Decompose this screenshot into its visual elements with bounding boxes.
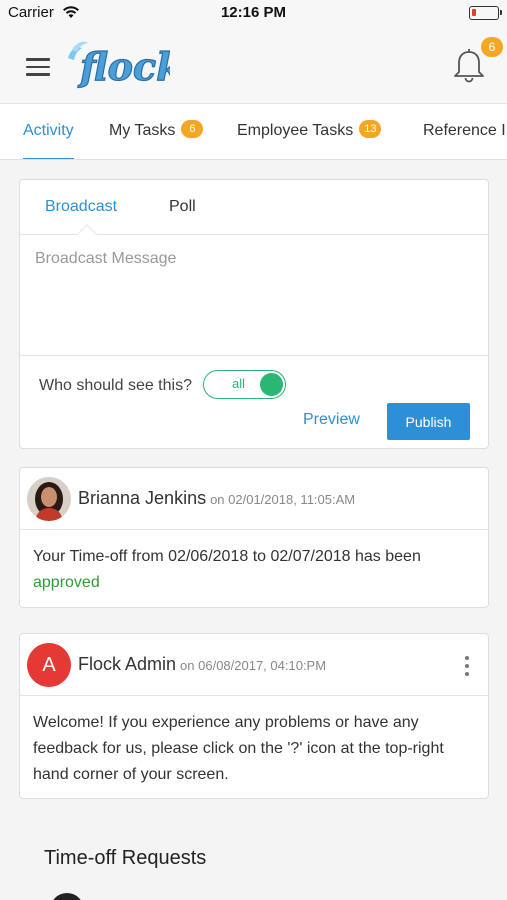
post-date: on 02/01/2018, 11:05:AM [210,492,356,507]
post-author[interactable]: Flock Admin [78,654,176,674]
composer-tabs: Broadcast Poll [20,180,488,244]
svg-text:flock: flock [77,44,170,89]
visibility-label: Who should see this? [39,377,192,394]
tab-activity[interactable]: Activity [23,104,74,159]
publish-button[interactable]: Publish [387,403,470,440]
avatar [50,893,84,900]
post-body: Welcome! If you experience any problems … [20,696,488,802]
tab-badge: 13 [359,120,382,138]
tab-my-tasks[interactable]: My Tasks 6 [109,104,204,159]
status-bar: Carrier 12:16 PM [0,0,507,26]
visibility-value: all [232,376,246,391]
clock: 12:16 PM [220,4,287,21]
broadcast-message-input[interactable] [20,236,488,356]
toggle-knob [260,373,283,396]
more-options-icon[interactable] [464,656,470,678]
bell-icon[interactable] [452,46,486,86]
post-message: Welcome! If you experience any problems … [33,714,444,783]
visibility-toggle[interactable]: all [203,370,286,399]
tab-label: Employee Tasks [237,122,354,139]
post-author-line: Brianna Jenkins on 02/01/2018, 11:05:AM [78,488,355,509]
post-author[interactable]: Brianna Jenkins [78,488,206,508]
broadcast-composer: Broadcast Poll Who should see this? all … [19,179,489,449]
post-body: Your Time-off from 02/06/2018 to 02/07/2… [20,530,488,610]
tab-label: Activity [23,122,74,139]
post-author-line: Flock Admin on 06/08/2017, 04:10:PM [78,654,326,675]
app-header: flock 6 [0,26,507,104]
post-header: A Flock Admin on 06/08/2017, 04:10:PM [20,634,488,696]
menu-icon[interactable] [26,58,50,76]
post-message: Your Time-off from 02/06/2018 to 02/07/2… [33,548,421,565]
status-approved: approved [33,574,100,591]
preview-button[interactable]: Preview [303,411,360,429]
post-date: on 06/08/2017, 04:10:PM [180,658,327,673]
tab-label: My Tasks [109,122,176,139]
activity-post: Brianna Jenkins on 02/01/2018, 11:05:AM Y… [19,467,489,608]
section-title: Time-off Requests [44,847,207,869]
tab-label: Reference I [423,122,506,139]
tab-broadcast[interactable]: Broadcast [45,198,117,216]
avatar[interactable] [27,477,71,521]
post-header: Brianna Jenkins on 02/01/2018, 11:05:AM [20,468,488,530]
tab-poll[interactable]: Poll [169,198,196,216]
tab-employee-tasks[interactable]: Employee Tasks 13 [237,104,382,159]
tab-badge: 6 [181,120,204,138]
avatar[interactable]: A [27,643,71,687]
battery-icon [469,6,502,20]
tab-reference[interactable]: Reference I [423,104,506,159]
flock-logo: flock [68,41,170,90]
tab-bar: Activity My Tasks 6 Employee Tasks 13 Refe… [0,104,507,160]
notification-badge: 6 [481,37,503,57]
activity-post: A Flock Admin on 06/08/2017, 04:10:PM Wel… [19,633,489,799]
